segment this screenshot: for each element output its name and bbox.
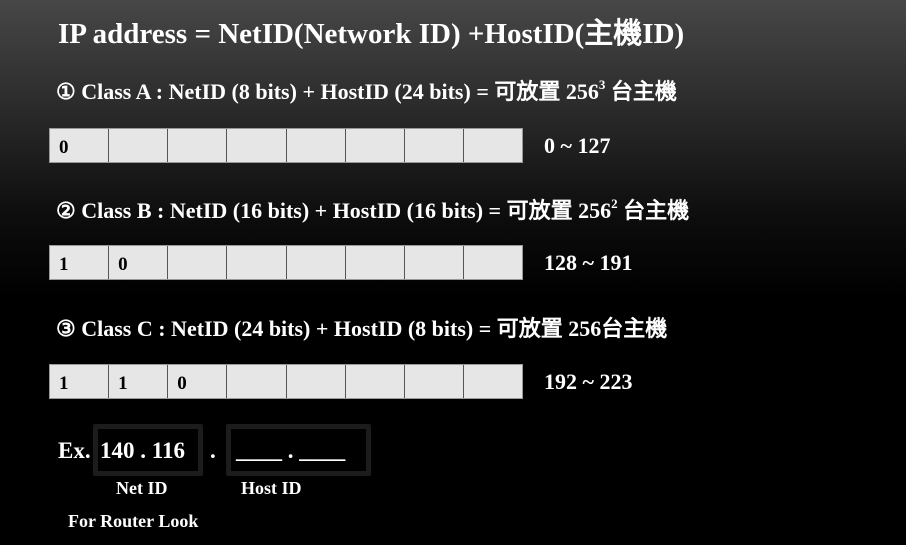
example-dot: . xyxy=(210,438,216,463)
bit-row: 0 xyxy=(49,128,523,163)
bit-cell: 1 xyxy=(50,246,110,279)
slide-title: IP address = NetID(Network ID) +HostID(主… xyxy=(58,18,685,50)
class-suffix: 台主機 xyxy=(605,79,677,104)
bit-cell: 0 xyxy=(109,246,169,279)
bit-row: 110 xyxy=(49,364,523,399)
bit-cell xyxy=(227,365,287,398)
address-range: 0 ~ 127 xyxy=(544,133,611,158)
bit-cell xyxy=(227,129,287,162)
bit-cell: 0 xyxy=(50,129,110,162)
class-label: ① Class A : NetID (8 bits) + HostID (24 … xyxy=(56,79,599,104)
bit-cell xyxy=(346,246,405,279)
example-prefix: Ex. xyxy=(58,438,91,463)
bit-cell xyxy=(464,365,522,398)
net-id-label: Net ID xyxy=(116,478,168,498)
bit-cell xyxy=(405,246,464,279)
bit-cell xyxy=(109,129,169,162)
bit-row: 10 xyxy=(49,245,523,280)
bit-cell: 1 xyxy=(109,365,169,398)
bit-cell xyxy=(346,129,405,162)
class-label: ③ Class C : NetID (24 bits) + HostID (8 … xyxy=(56,316,668,341)
host-id-label: Host ID xyxy=(241,478,302,498)
bit-cell xyxy=(346,365,405,398)
bit-cell xyxy=(287,129,346,162)
class-heading: ② Class B : NetID (16 bits) + HostID (16… xyxy=(56,193,689,225)
class-suffix: 台主機 xyxy=(617,198,690,223)
bit-cell xyxy=(405,129,464,162)
bit-cell xyxy=(405,365,464,398)
bit-cell xyxy=(464,246,522,279)
example-host-id: ____ . ____ xyxy=(236,438,346,463)
class-label: ② Class B : NetID (16 bits) + HostID (16… xyxy=(56,198,612,223)
bit-cell xyxy=(168,246,228,279)
bit-cell xyxy=(287,246,346,279)
example-net-id: 140 . 116 xyxy=(100,438,185,463)
address-range: 192 ~ 223 xyxy=(544,369,633,394)
bit-cell xyxy=(168,129,228,162)
router-note: For Router Look xyxy=(68,511,199,531)
bit-cell: 1 xyxy=(50,365,110,398)
bit-cell xyxy=(227,246,287,279)
bit-cell xyxy=(464,129,522,162)
class-heading: ③ Class C : NetID (24 bits) + HostID (8 … xyxy=(56,311,667,343)
bit-cell: 0 xyxy=(168,365,228,398)
address-range: 128 ~ 191 xyxy=(544,250,633,275)
bit-cell xyxy=(287,365,346,398)
class-heading: ① Class A : NetID (8 bits) + HostID (24 … xyxy=(56,74,677,106)
